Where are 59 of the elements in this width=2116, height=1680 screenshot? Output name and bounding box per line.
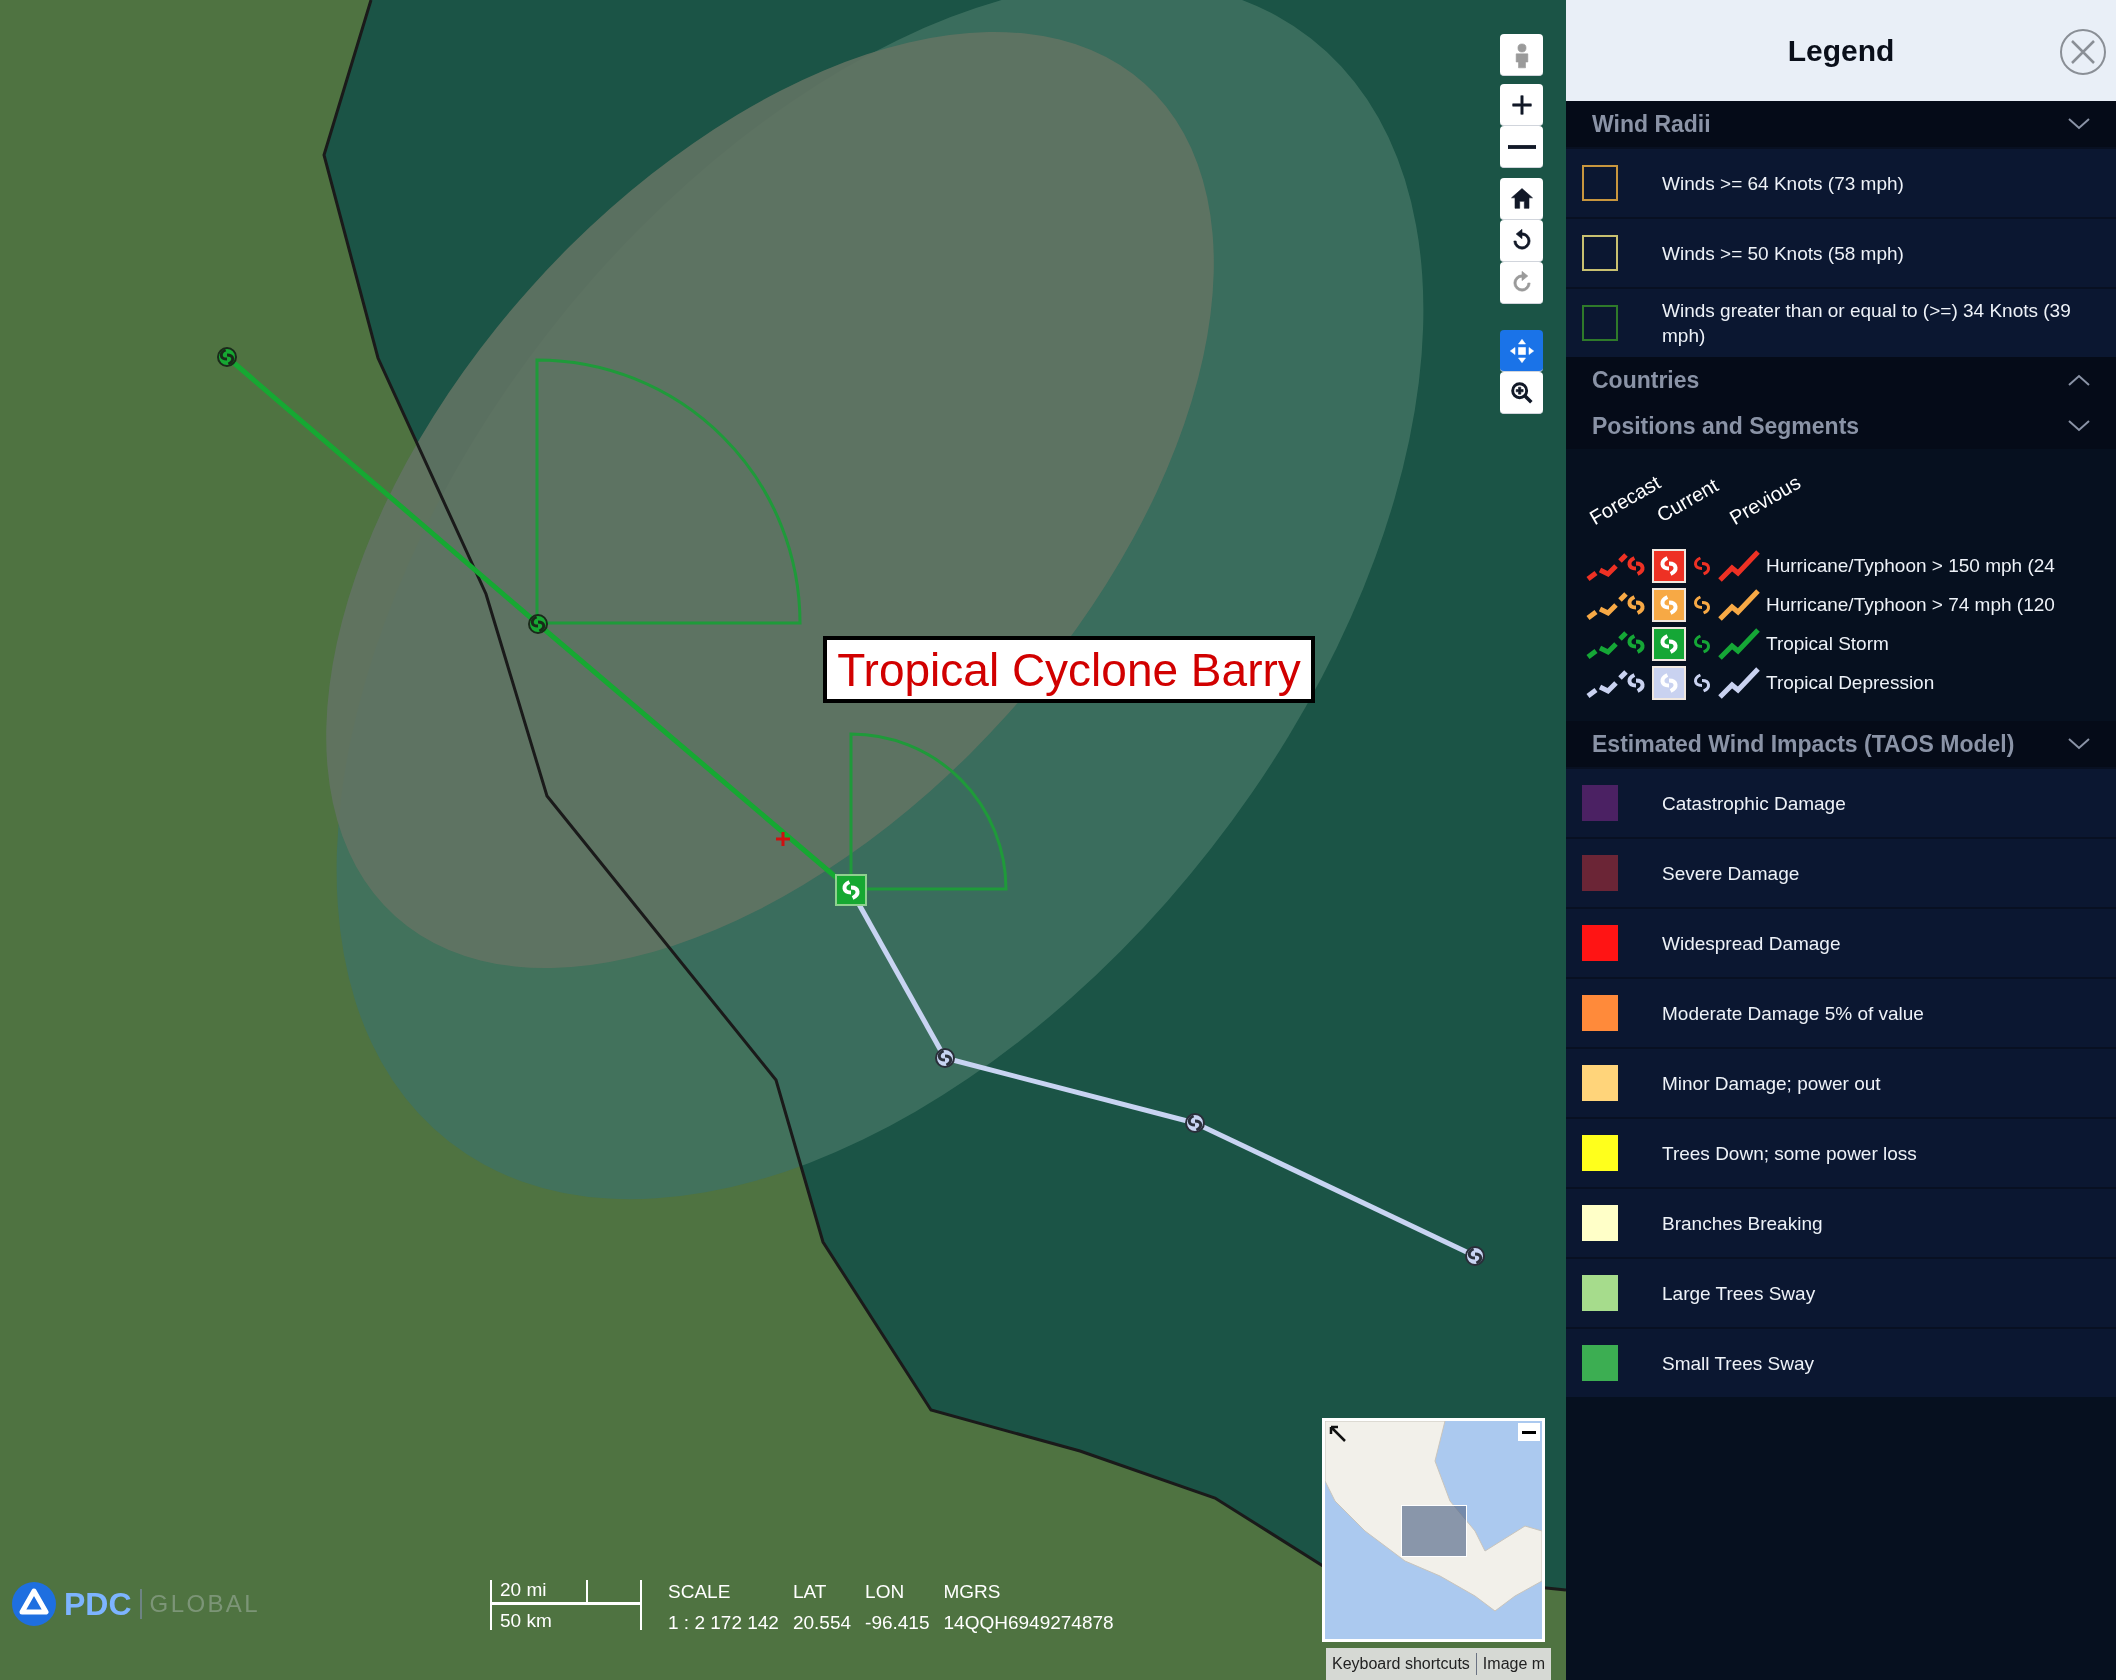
home-button[interactable] [1500, 178, 1543, 220]
close-icon [2070, 39, 2096, 65]
readout-value: 14QQH6949274878 [943, 1613, 1114, 1632]
keyboard-shortcuts-link[interactable]: Keyboard shortcuts [1326, 1652, 1476, 1676]
legend-label: Small Trees Sway [1662, 1351, 1816, 1376]
storm-name-label: Tropical Cyclone Barry [823, 636, 1315, 703]
previous-track-icon [1718, 666, 1760, 700]
crosshair-icon [776, 832, 790, 846]
logo-icon [12, 1582, 56, 1626]
zoom-in-button[interactable] [1500, 84, 1543, 126]
readout-label: LAT [792, 1582, 828, 1601]
scale-miles: 20 mi [500, 1580, 547, 1599]
pan-arrows-icon [1507, 336, 1536, 365]
legend-label: Catastrophic Damage [1662, 791, 1847, 816]
legend-label: Trees Down; some power loss [1662, 1141, 1918, 1166]
legend-title: Legend [1787, 33, 1895, 69]
previous-track-icon [1718, 549, 1760, 583]
legend-label: Minor Damage; power out [1662, 1071, 1882, 1096]
expand-arrow-icon[interactable] [1329, 1425, 1347, 1443]
previous-track-icon [1718, 588, 1760, 622]
readout-value: 20.554 [792, 1613, 852, 1632]
legend-label: Moderate Damage 5% of value [1662, 1001, 1925, 1026]
logo-text: PDC [64, 1585, 132, 1624]
zoom-out-button[interactable] [1500, 126, 1543, 168]
legend-label: Hurricane/Typhoon > 74 mph (120 [1766, 592, 2055, 617]
readout-label: MGRS [943, 1582, 1002, 1601]
legend-label: Widespread Damage [1662, 931, 1842, 956]
imagery-link[interactable]: Image m [1476, 1652, 1552, 1676]
chevron-icon [2068, 118, 2090, 130]
legend-label: Severe Damage [1662, 861, 1801, 886]
section-header[interactable]: Positions and Segments [1566, 403, 2116, 449]
legend-label: Hurricane/Typhoon > 150 mph (24 [1766, 553, 2055, 578]
section-header[interactable]: Countries [1566, 357, 2116, 403]
legend-label: Tropical Depression [1766, 670, 1935, 695]
pan-button[interactable] [1500, 330, 1543, 372]
readout-value: 1 : 2 172 142 [668, 1613, 779, 1632]
collapse-button[interactable] [1518, 1423, 1540, 1441]
legend-label: Winds >= 50 Knots (58 mph) [1662, 241, 1905, 266]
legend-label: Winds >= 64 Knots (73 mph) [1662, 171, 1905, 196]
close-button[interactable] [2060, 29, 2106, 75]
zoom-box-button[interactable] [1500, 372, 1543, 414]
previous-track-icon [1718, 627, 1760, 661]
zoom-out-icon [1507, 144, 1536, 149]
current-position-marker[interactable] [835, 874, 867, 906]
readout-label: SCALE [668, 1582, 732, 1601]
legend-label: Large Trees Sway [1662, 1281, 1817, 1306]
section-header[interactable]: Estimated Wind Impacts (TAOS Model) [1566, 721, 2116, 767]
section-header[interactable]: Wind Radii [1566, 101, 2116, 147]
legend-label: Branches Breaking [1662, 1211, 1824, 1236]
scale-kilometres: 50 km [500, 1611, 552, 1630]
chevron-icon [2068, 738, 2090, 750]
chevron-icon [2068, 420, 2090, 432]
legend-label: Winds greater than or equal to (>=) 34 Knots (39 mph) [1662, 299, 2072, 348]
readout-value: -96.415 [865, 1613, 930, 1632]
rotate-left-button[interactable] [1500, 220, 1543, 262]
legend-label: Tropical Storm [1766, 631, 1889, 656]
viewport-rectangle[interactable] [1401, 1505, 1467, 1557]
chevron-icon [2068, 374, 2090, 386]
readout-label: LON [865, 1582, 906, 1601]
